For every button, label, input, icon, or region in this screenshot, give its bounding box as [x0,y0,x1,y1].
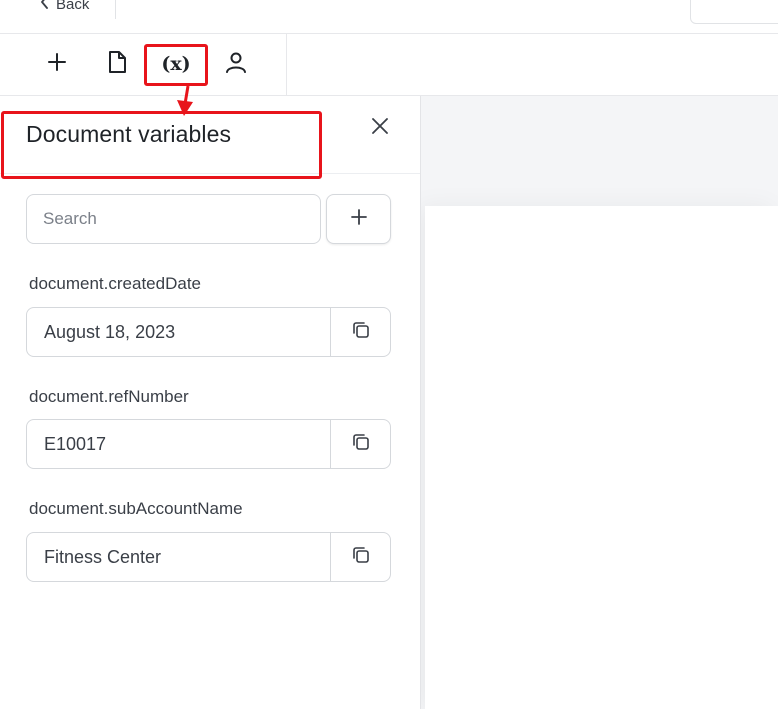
recipients-button[interactable] [216,46,256,82]
editor-toolbar: (x) [0,34,778,96]
variable-name: document.subAccountName [29,499,243,518]
variable-name: document.refNumber [29,387,189,406]
document-button[interactable] [97,46,137,82]
divider [115,0,116,19]
close-button[interactable] [366,114,394,142]
variable-name: document.createdDate [29,274,201,293]
plus-icon [350,208,368,231]
back-label: Back [56,0,90,13]
document-variables-panel: Document variables document.createdDate … [0,96,421,709]
variable-field: Fitness Center [26,532,391,582]
back-button[interactable]: Back [40,0,89,16]
search-input[interactable] [26,194,321,244]
variable-field: August 18, 2023 [26,307,391,357]
toolbar-divider [286,34,287,96]
top-bar: Back [0,0,778,34]
close-icon [371,117,389,140]
highlight-box-variables-button [144,44,208,86]
add-variable-button[interactable] [326,194,391,244]
highlight-box-panel-title [1,111,322,179]
user-icon [225,51,247,78]
document-icon [107,50,127,79]
plus-icon [47,52,67,77]
variable-value[interactable]: August 18, 2023 [27,308,331,356]
copy-button[interactable] [331,533,390,581]
copy-icon [351,545,371,570]
copy-icon [351,432,371,457]
variable-value[interactable]: Fitness Center [27,533,331,581]
copy-icon [351,320,371,345]
copy-button[interactable] [331,420,390,468]
document-page[interactable] [425,206,778,709]
variable-field: E10017 [26,419,391,469]
chevron-left-icon [40,0,50,13]
variable-value[interactable]: E10017 [27,420,331,468]
add-button[interactable] [37,46,77,82]
top-right-control[interactable] [690,0,778,24]
copy-button[interactable] [331,308,390,356]
